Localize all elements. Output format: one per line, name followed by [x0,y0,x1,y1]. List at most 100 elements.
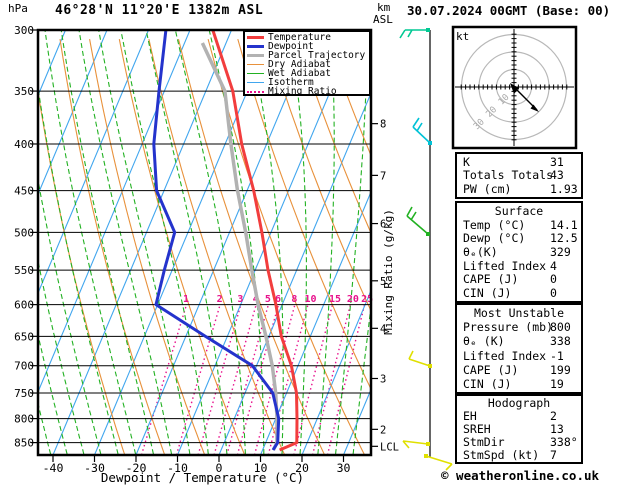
table-row: CIN (J) 19 [457,378,581,390]
table-row: CAPE (J) 0 [457,273,581,285]
dry-adiabat-line [593,39,629,455]
wind-barb-marker [428,141,432,145]
row-value: 338° [550,434,578,449]
mixing-ratio-line [311,304,352,455]
legend-line-sample [247,82,264,83]
table-row: Totals Totals 43 [457,169,581,181]
row-value: 19 [550,376,564,391]
table-row: EH 2 [457,410,581,422]
row-value: 13 [550,421,564,436]
row-label: K [463,154,470,169]
pressure-tick-label: 500 [14,226,34,239]
mixing-ratio-label: 8 [291,294,297,305]
pressure-tick-label: 350 [14,85,34,98]
table-row: CAPE (J) 199 [457,364,581,376]
mixing-ratio-line [293,304,334,455]
row-value: 800 [550,320,571,335]
row-label: Temp (°C) [463,217,526,232]
legend-line-sample [247,90,264,93]
wet-adiabat-line [120,30,209,455]
row-value: 43 [550,168,564,183]
wind-barb [412,117,431,144]
table-row: StmDir 338° [457,436,581,448]
row-value: -1 [550,348,564,363]
row-value: 2 [550,409,557,424]
pressure-tick-label: 400 [14,138,34,151]
wet-adiabat-line [98,30,191,455]
table-row: θₑ (K) 338 [457,335,581,347]
row-label: Lifted Index [463,258,547,273]
hodograph-plot: 102030kt [451,25,578,150]
table-row: Temp (°C) 14.1 [457,219,581,231]
pressure-tick-label: 750 [14,387,34,400]
row-label: Lifted Index [463,348,547,363]
row-label: PW (cm) [463,182,512,197]
wet-adiabat-line [174,30,246,455]
row-value: 0 [550,286,557,301]
row-label: CAPE (J) [463,362,519,377]
table-row: Dewp (°C) 12.5 [457,232,581,244]
skewt-sounding-page: hPa 46°28'N 11°20'E 1382m ASL km ASL 30.… [0,0,629,486]
hodograph-table: Hodograph EH 2 SREH 13 StmDir 338° StmSpd (kt) 7 [455,394,583,464]
legend-line-sample [247,73,264,74]
row-value: 1.93 [550,182,578,197]
copyright-footer: © weatheronline.co.uk [441,468,600,483]
hodograph-unit-label: kt [456,30,469,43]
wind-barb-marker [426,28,430,32]
wind-barb [399,29,429,39]
row-label: CAPE (J) [463,272,519,287]
pressure-tick-label: 550 [14,264,34,277]
mixing-ratio-label: 3 [237,294,243,305]
row-label: CIN (J) [463,286,512,301]
pressure-tick-label: 800 [14,413,34,426]
temperature-axis-title: Dewpoint / Temperature (°C) [100,470,305,485]
table-title: Most Unstable [473,306,564,321]
legend-line-sample [247,54,264,57]
row-label: Pressure (mb) [463,320,554,335]
km-tick-label: 7 [380,170,386,182]
table-row: SREH 13 [457,423,581,435]
row-value: 4 [550,258,557,273]
mixing-ratio-label: 5 [265,294,271,305]
mixing-ratio-axis-title: Mixing Ratio (g/kg) [382,209,395,335]
surface-table: Surface Temp (°C) 14.1 Dewp (°C) 12.5 θₑ(K) 32… [455,201,583,303]
wind-barb [402,440,429,449]
table-row: StmSpd (kt) 7 [457,449,581,461]
row-value: 7 [550,447,557,462]
row-label: θₑ(K) [463,244,498,259]
row-value: 12.5 [550,231,578,246]
table-row: θₑ(K) 329 [457,246,581,258]
row-label: CIN (J) [463,376,512,391]
wind-barb-axis [399,28,453,471]
row-value: 199 [550,362,571,377]
most-unstable-table: Most Unstable Pressure (mb) 800 θₑ (K) 338 Li… [455,303,583,394]
mixing-ratio-label: 2 [217,294,223,305]
row-value: 338 [550,334,571,349]
row-value: 329 [550,244,571,259]
table-row: K 31 [457,156,581,168]
table-row: PW (cm) 1.93 [457,183,581,195]
wind-barb-marker [426,232,430,236]
table-row: Lifted Index -1 [457,350,581,362]
pressure-tick-label: 600 [14,299,34,312]
wind-barb-marker [424,454,428,458]
row-value: 31 [550,154,564,169]
row-label: θₑ (K) [463,334,505,349]
row-label: Dewp (°C) [463,231,526,246]
km-tick-label: 3 [380,373,386,385]
pressure-tick-label: 700 [14,360,34,373]
km-tick-label: 2 [380,424,386,436]
mixing-ratio-label: 1 [183,294,189,305]
mixing-ratio-label: 20 [347,294,359,305]
table-row: CIN (J) 0 [457,287,581,299]
pressure-tick-label: 850 [14,437,34,450]
wind-barb-marker [426,442,430,446]
temperature-tick-label: 30 [337,461,351,475]
wet-adiabat-line [0,30,2,454]
row-value: 14.1 [550,217,578,232]
pressure-tick-label: 450 [14,185,34,198]
pressure-tick-label: 650 [14,330,34,343]
row-label: StmSpd (kt) [463,447,540,462]
mixing-ratio-line [175,304,221,455]
mixing-ratio-label: 10 [304,294,316,305]
